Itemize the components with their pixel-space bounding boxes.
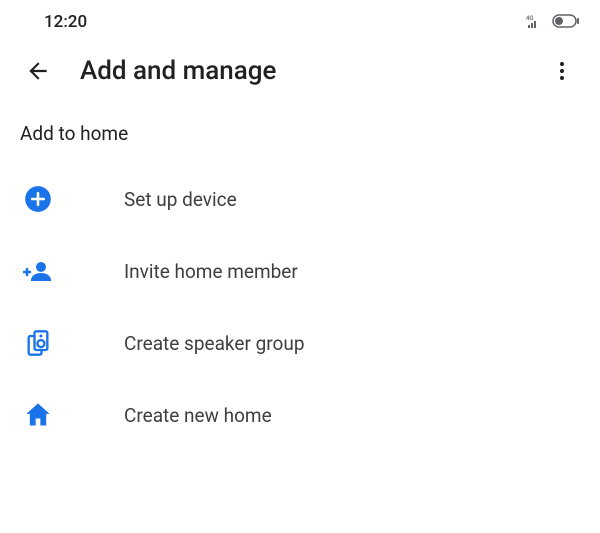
status-time: 12:20 (44, 12, 87, 32)
menu-item-invite-member[interactable]: Invite home member (0, 235, 600, 307)
section-header: Add to home (0, 106, 600, 163)
home-icon (22, 399, 54, 431)
status-indicators: 4G (526, 13, 580, 32)
app-header: Add and manage (0, 44, 600, 106)
more-options-button[interactable] (548, 57, 576, 85)
menu-item-create-home[interactable]: Create new home (0, 379, 600, 451)
more-vert-icon (550, 59, 574, 83)
status-bar: 12:20 4G (0, 0, 600, 44)
network-indicator: 4G (526, 13, 546, 32)
menu-item-setup-device[interactable]: Set up device (0, 163, 600, 235)
battery-icon (552, 13, 580, 32)
person-add-icon (22, 255, 54, 287)
menu-item-speaker-group[interactable]: Create speaker group (0, 307, 600, 379)
menu-item-label: Create speaker group (124, 332, 305, 355)
svg-text:4G: 4G (526, 15, 534, 22)
arrow-left-icon (25, 58, 51, 84)
speaker-group-icon (22, 327, 54, 359)
menu-item-label: Invite home member (124, 260, 298, 283)
menu-item-label: Create new home (124, 404, 272, 427)
plus-circle-icon (22, 183, 54, 215)
back-button[interactable] (24, 57, 52, 85)
menu-item-label: Set up device (124, 188, 237, 211)
menu-list: Set up device Invite home member Create … (0, 163, 600, 451)
page-title: Add and manage (80, 56, 548, 86)
